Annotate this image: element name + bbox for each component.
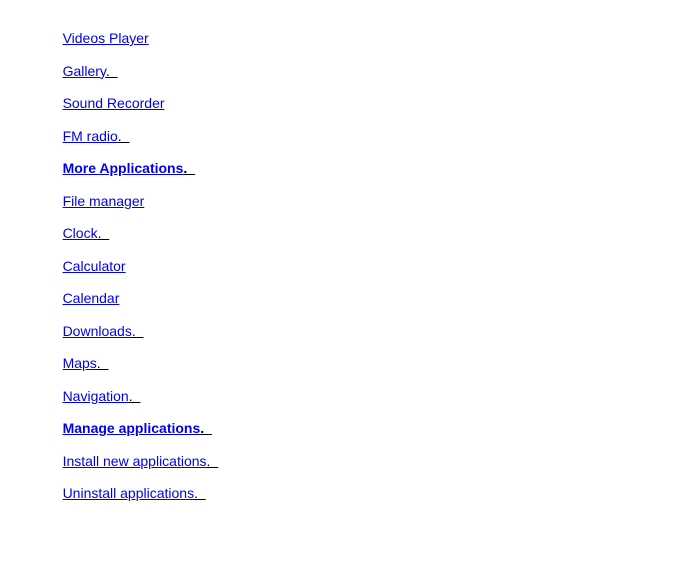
- link-sound-recorder[interactable]: Sound Recorder: [63, 95, 165, 111]
- link-suffix: .: [131, 322, 144, 339]
- list-item-downloads: Downloads.: [47, 306, 218, 339]
- list-item-install-new-applications: Install new applications.: [47, 436, 218, 469]
- list-item-manage-applications: Manage applications.: [47, 403, 218, 436]
- list-item-clock: Clock.: [47, 208, 218, 241]
- link-file-manager[interactable]: File manager: [63, 193, 145, 209]
- link-maps[interactable]: Maps: [63, 355, 97, 371]
- link-suffix: .: [117, 127, 130, 144]
- list-item-fm-radio: FM radio.: [47, 111, 218, 144]
- link-clock[interactable]: Clock: [63, 225, 98, 241]
- link-calculator[interactable]: Calculator: [63, 258, 126, 274]
- link-suffix: .: [105, 62, 118, 79]
- link-navigation[interactable]: Navigation: [63, 388, 129, 404]
- link-suffix: .: [200, 420, 212, 436]
- list-item-videos-player: Videos Player: [47, 13, 218, 46]
- list-item-gallery: Gallery.: [47, 46, 218, 79]
- link-suffix: .: [206, 452, 219, 469]
- link-fm-radio[interactable]: FM radio: [63, 128, 118, 144]
- link-more-applications[interactable]: More Applications: [63, 160, 184, 176]
- list-item-navigation: Navigation.: [47, 371, 218, 404]
- link-videos-player[interactable]: Videos Player: [63, 30, 149, 46]
- list-item-maps: Maps.: [47, 338, 218, 371]
- list-item-calendar: Calendar: [47, 273, 218, 306]
- link-calendar[interactable]: Calendar: [63, 290, 120, 306]
- link-install-new-applications[interactable]: Install new applications: [63, 453, 207, 469]
- link-suffix: .: [194, 485, 206, 501]
- link-suffix: .: [128, 387, 141, 404]
- list-item-sound-recorder: Sound Recorder: [47, 78, 218, 111]
- list-item-calculator: Calculator: [47, 241, 218, 274]
- link-suffix: .: [183, 160, 196, 176]
- list-item-more-applications: More Applications.: [47, 143, 218, 176]
- link-gallery[interactable]: Gallery: [63, 63, 106, 79]
- list-item-file-manager: File manager: [47, 176, 218, 209]
- link-downloads[interactable]: Downloads: [63, 323, 132, 339]
- link-suffix: .: [97, 225, 110, 241]
- link-list: Videos Player Gallery. Sound Recorder FM…: [47, 13, 218, 501]
- link-manage-applications[interactable]: Manage applications: [63, 420, 201, 436]
- link-suffix: .: [96, 355, 109, 371]
- list-item-uninstall-applications: Uninstall applications.: [47, 468, 218, 501]
- link-uninstall-applications[interactable]: Uninstall applications: [63, 485, 195, 501]
